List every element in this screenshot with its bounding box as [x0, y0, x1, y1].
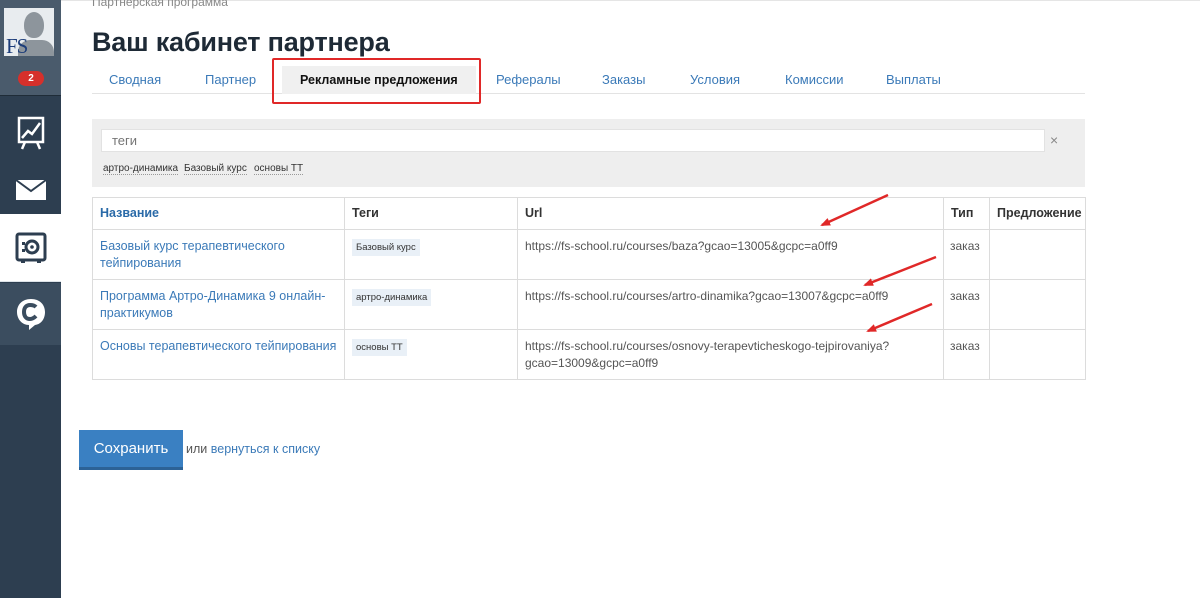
- offer-tags-cell: Базовый курс: [344, 229, 518, 280]
- sidebar-item-partner[interactable]: [0, 214, 61, 282]
- tab-commissions[interactable]: Комиссии: [785, 72, 844, 87]
- offer-name-link[interactable]: Основы терапевтического тейпирования: [92, 329, 345, 380]
- offer-tag-chip: Базовый курс: [352, 239, 420, 256]
- offers-table: Название Теги Url Тип Предложение Базовы…: [92, 197, 1086, 380]
- tab-terms[interactable]: Условия: [690, 72, 740, 87]
- offer-name-link[interactable]: Базовый курс терапевтического тейпирован…: [92, 229, 345, 280]
- tab-partner[interactable]: Партнер: [205, 72, 256, 87]
- offer-tags-cell: артро-динамика: [344, 279, 518, 330]
- tab-referrals[interactable]: Рефералы: [496, 72, 561, 87]
- tab-bar: Сводная Партнер Рекламные предложения Ре…: [92, 64, 1085, 94]
- column-header-name[interactable]: Название: [92, 197, 345, 230]
- offer-type: заказ: [943, 279, 990, 330]
- tab-summary[interactable]: Сводная: [109, 72, 161, 87]
- avatar[interactable]: FS: [4, 8, 54, 58]
- table-row: Программа Артро-Динамика 9 онлайн-практи…: [92, 279, 1086, 330]
- offer-proposal: [989, 279, 1086, 330]
- offer-url[interactable]: https://fs-school.ru/courses/artro-dinam…: [517, 279, 944, 330]
- column-header-tags: Теги: [344, 197, 518, 230]
- table-row: Основы терапевтического тейпирования осн…: [92, 329, 1086, 380]
- offer-tags-cell: основы ТТ: [344, 329, 518, 380]
- column-header-url: Url: [517, 197, 944, 230]
- avatar-logo-text: FS: [6, 34, 28, 58]
- tag-filter-item[interactable]: основы ТТ: [254, 163, 304, 175]
- tag-filter-panel: × артро-динамика Базовый курс основы ТТ: [92, 119, 1085, 187]
- column-header-type: Тип: [943, 197, 990, 230]
- column-header-offer: Предложение: [989, 197, 1086, 230]
- offer-proposal: [989, 329, 1086, 380]
- page-title: Ваш кабинет партнера: [92, 27, 390, 57]
- or-text: или: [186, 442, 208, 456]
- tags-input[interactable]: [101, 129, 1045, 152]
- safe-icon: [15, 232, 46, 263]
- chat-c-icon: [16, 298, 45, 330]
- annotation-highlight-box: [272, 58, 481, 104]
- back-link-text: или вернуться к списку: [186, 442, 320, 456]
- offer-url[interactable]: https://fs-school.ru/courses/baza?gcao=1…: [517, 229, 944, 280]
- notification-badge[interactable]: 2: [18, 71, 44, 86]
- tab-orders[interactable]: Заказы: [602, 72, 645, 87]
- breadcrumb[interactable]: Партнерская программа: [92, 0, 228, 9]
- offer-type: заказ: [943, 229, 990, 280]
- offer-url[interactable]: https://fs-school.ru/courses/osnovy-tera…: [517, 329, 944, 380]
- mail-icon: [14, 178, 47, 200]
- user-avatar-block[interactable]: FS 2: [0, 0, 61, 96]
- offer-type: заказ: [943, 329, 990, 380]
- offer-proposal: [989, 229, 1086, 280]
- tab-payouts[interactable]: Выплаты: [886, 72, 941, 87]
- offer-name-link[interactable]: Программа Артро-Динамика 9 онлайн-практи…: [92, 279, 345, 330]
- tag-filter-item[interactable]: Базовый курс: [184, 163, 247, 175]
- table-row: Базовый курс терапевтического тейпирован…: [92, 229, 1086, 280]
- offer-tag-chip: основы ТТ: [352, 339, 407, 356]
- save-button[interactable]: Сохранить: [79, 430, 183, 470]
- chart-icon: [17, 116, 44, 149]
- tag-filter-item[interactable]: артро-динамика: [103, 163, 179, 175]
- sidebar-item-chat[interactable]: [0, 283, 61, 345]
- offer-tag-chip: артро-динамика: [352, 289, 432, 306]
- clear-tags-button[interactable]: ×: [1050, 132, 1058, 148]
- top-divider: [61, 0, 1200, 1]
- sidebar: FS 2: [0, 0, 61, 598]
- table-header-row: Название Теги Url Тип Предложение: [92, 197, 1086, 230]
- back-to-list-link[interactable]: вернуться к списку: [211, 442, 320, 456]
